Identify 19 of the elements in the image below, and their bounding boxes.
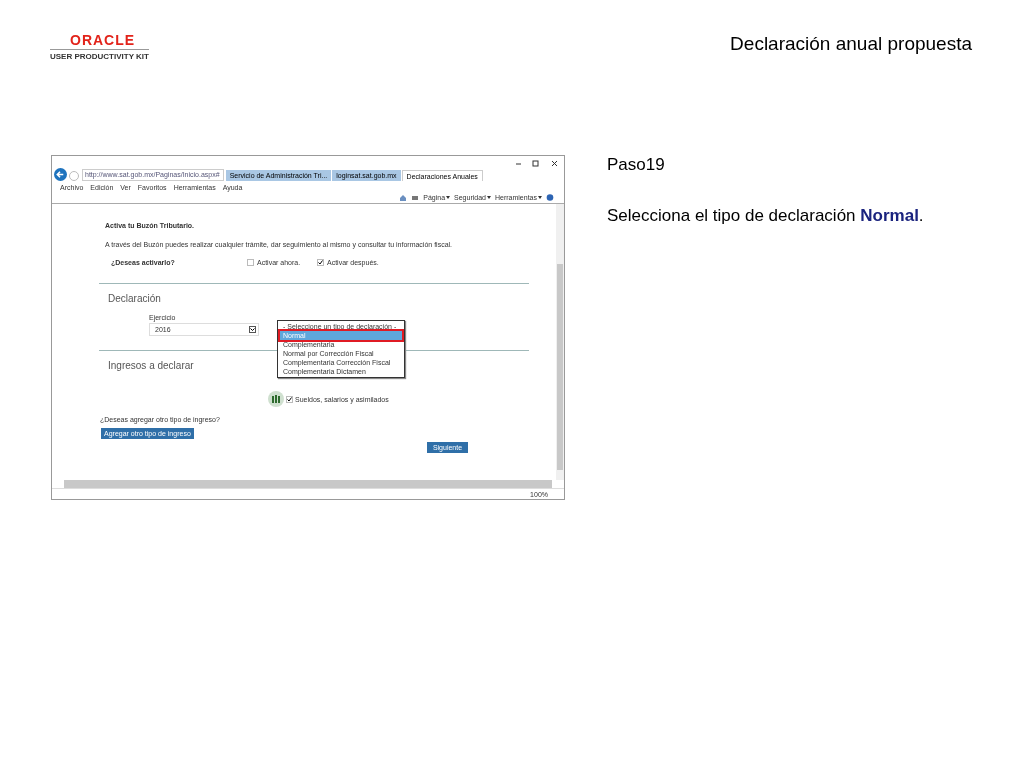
help-icon[interactable]: [546, 194, 554, 201]
product-name: USER PRODUCTIVITY KIT: [50, 49, 149, 61]
section-title: Ingresos a declarar: [108, 360, 194, 371]
caret-icon[interactable]: [446, 196, 451, 199]
brand-logo: ORACLE: [70, 33, 136, 47]
checkbox[interactable]: [317, 259, 324, 266]
step-label: Paso19: [607, 155, 666, 175]
back-icon[interactable]: [54, 168, 67, 181]
checkbox[interactable]: [247, 259, 254, 266]
instruction-text: Selecciona el tipo de declaración Normal.: [607, 205, 925, 227]
section-title: Declaración: [108, 293, 161, 304]
vertical-scrollbar[interactable]: [556, 204, 564, 480]
caret-icon[interactable]: [487, 196, 491, 199]
horizontal-scrollbar[interactable]: [64, 480, 552, 488]
caret-icon: [249, 326, 256, 333]
slide-title: Declaración anual propuesta: [730, 33, 972, 56]
caret-icon[interactable]: [538, 196, 542, 199]
home-icon[interactable]: [399, 194, 408, 201]
checkbox[interactable]: [286, 395, 293, 403]
